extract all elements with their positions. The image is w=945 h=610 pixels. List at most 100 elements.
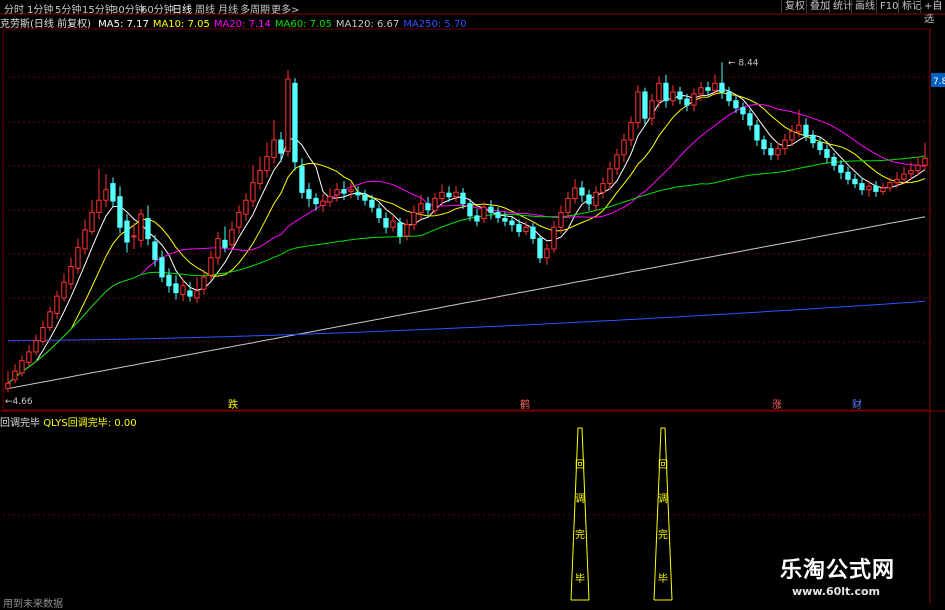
candle-10 [75, 238, 81, 274]
last-price-label: 7.8 [933, 77, 945, 87]
candle-41 [292, 78, 298, 171]
candle-body [740, 107, 746, 115]
candle-body [474, 215, 480, 222]
candle-122 [859, 177, 865, 195]
candle-40 [285, 70, 291, 157]
candle-body [159, 257, 165, 278]
candle-body [327, 196, 333, 203]
candle-98 [691, 88, 697, 112]
candle-body [439, 191, 445, 199]
candle-body [621, 139, 627, 156]
candle-body [222, 239, 228, 248]
candle-12 [89, 200, 95, 236]
candle-body [691, 93, 697, 106]
candle-body [768, 148, 774, 156]
candle-80 [565, 191, 571, 218]
candle-body [33, 340, 39, 353]
candle-body [215, 238, 221, 259]
candle-body [537, 238, 543, 259]
candle-body [243, 199, 249, 215]
candle-3 [26, 344, 32, 366]
candle-body [383, 218, 389, 228]
candle-body [390, 220, 396, 228]
candle-body [803, 124, 809, 137]
candle-30 [215, 231, 221, 265]
candle-37 [264, 142, 270, 178]
candle-body [635, 91, 641, 123]
candle-body [194, 290, 200, 299]
candle-body [320, 200, 326, 207]
candle-body [684, 98, 690, 106]
candle-1 [12, 364, 18, 384]
candle-body [285, 78, 291, 152]
candle-36 [257, 156, 263, 190]
candle-body [579, 187, 585, 196]
candle-body [824, 149, 830, 158]
candle-body [600, 183, 606, 193]
ma-label-1: MA10: 7.05 [152, 19, 210, 30]
candle-107 [754, 119, 760, 147]
watermark-url: www.60lt.com [792, 585, 881, 598]
candle-89 [628, 116, 634, 147]
ma-label-0: MA5: 7.17 [98, 19, 149, 30]
candle-body [124, 220, 130, 243]
candle-body [82, 229, 88, 250]
candle-116 [817, 137, 823, 155]
candle-91 [642, 87, 648, 126]
candle-106 [747, 109, 753, 131]
candle-84 [593, 186, 599, 211]
candle-body [754, 124, 760, 141]
candle-body [334, 189, 340, 196]
candle-83 [586, 189, 592, 211]
candle-68 [481, 201, 487, 223]
candle-body [208, 257, 214, 276]
candle-92 [649, 93, 655, 126]
candle-body [257, 170, 263, 185]
candle-13 [96, 168, 102, 220]
candle-23 [166, 268, 172, 293]
candle-75 [530, 222, 536, 244]
candle-69 [488, 200, 494, 220]
candle-49 [348, 182, 354, 199]
candle-body [131, 235, 137, 238]
candle-body [187, 290, 193, 297]
candle-body [446, 192, 452, 198]
candle-103 [726, 86, 732, 106]
signal-marker-2: 涨 [772, 399, 782, 411]
watermark-title: 乐淘公式网 [780, 558, 896, 583]
candle-body [495, 211, 501, 219]
candle-61 [432, 193, 438, 215]
candle-body [12, 370, 18, 381]
candle-body [789, 130, 795, 141]
candle-88 [621, 133, 627, 162]
candle-94 [663, 74, 669, 108]
candle-55 [390, 215, 396, 232]
high-price-label: ← 8.44 [728, 58, 759, 68]
candle-body [369, 199, 375, 208]
indicator-panel: 回调完毕 回调完毕 [570, 427, 673, 601]
candle-body [530, 226, 536, 239]
candle-body [544, 248, 550, 259]
candle-14 [103, 174, 109, 208]
candle-body [663, 82, 669, 102]
candle-100 [705, 81, 711, 96]
candle-118 [831, 153, 837, 171]
candle-body [264, 156, 270, 172]
candle-body [5, 382, 11, 389]
candle-body [201, 276, 207, 290]
spike-char-1-1: 调 [658, 493, 668, 505]
kline-chart[interactable]: ← 8.44←4.667.8跌鹤涨财 回调完毕回调完毕 [0, 0, 945, 609]
candle-body [19, 360, 25, 374]
candle-body [607, 168, 613, 185]
candle-body [460, 192, 466, 205]
candle-body [642, 91, 648, 119]
candle-125 [880, 182, 886, 195]
candle-2 [19, 355, 25, 377]
low-price-label: ←4.66 [5, 397, 33, 407]
candle-body [894, 178, 900, 184]
candle-90 [635, 85, 641, 129]
candle-body [698, 87, 704, 95]
candle-body [775, 148, 781, 156]
ma-legend: 克劳斯(日线 前复权) MA5: 7.17 MA10: 7.05 MA20: 7.1… [0, 15, 475, 30]
candle-body [425, 203, 431, 211]
